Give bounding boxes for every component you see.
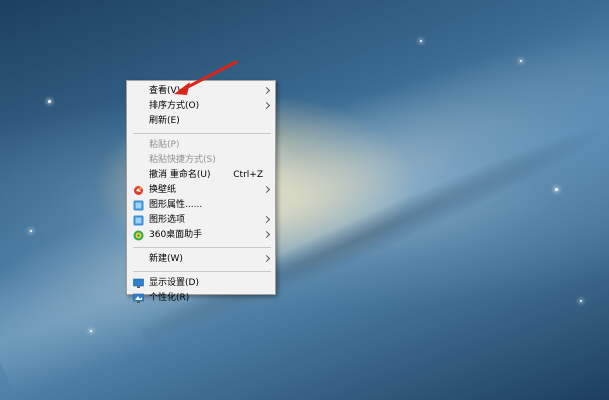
star (48, 100, 51, 103)
menu-separator (133, 247, 271, 248)
graphics-properties-icon (133, 200, 144, 211)
menu-item-change-wallpaper[interactable]: 换壁纸 (127, 183, 275, 198)
star (520, 60, 522, 62)
menu-item-label: 刷新(E) (149, 116, 180, 126)
menu-item-label: 图形选项 (149, 215, 186, 225)
chevron-right-icon (262, 254, 271, 263)
menu-item-label: 个性化(R) (149, 293, 190, 303)
menu-item-refresh[interactable]: 刷新(E) (127, 114, 275, 129)
menu-item-graphics-options[interactable]: 图形选项 (127, 213, 275, 228)
menu-item-paste[interactable]: 粘贴(P) (127, 138, 275, 153)
menu-separator (133, 133, 271, 134)
menu-item-label: 图形属性...... (149, 200, 203, 210)
menu-item-paste-shortcut[interactable]: 粘贴快捷方式(S) (127, 153, 275, 168)
star (580, 300, 582, 302)
menu-item-label: 粘贴快捷方式(S) (149, 155, 216, 165)
menu-item-graphics-properties[interactable]: 图形属性...... (127, 198, 275, 213)
menu-item-personalize[interactable]: 个性化(R) (127, 291, 275, 306)
menu-item-label: 撤消 重命名(U) (149, 170, 211, 180)
menu-item-label: 360桌面助手 (149, 230, 203, 240)
menu-item-label: 排序方式(O) (149, 101, 200, 111)
personalize-icon (133, 293, 144, 303)
menu-item-label: 粘贴(P) (149, 140, 180, 150)
chevron-right-icon (262, 215, 271, 224)
menu-item-undo-rename[interactable]: 撤消 重命名(U) Ctrl+Z (127, 168, 275, 183)
galaxy-band (0, 0, 609, 400)
display-icon (133, 278, 144, 288)
wallpaper-icon (134, 186, 143, 195)
chevron-right-icon (262, 86, 271, 95)
menu-item-display-settings[interactable]: 显示设置(D) (127, 276, 275, 291)
360-icon (133, 230, 144, 241)
menu-item-label: 新建(W) (149, 254, 183, 264)
desktop-context-menu: 查看(V) 排序方式(O) 刷新(E) 粘贴(P) 粘贴快捷方式(S) 撤消 重… (126, 80, 276, 303)
menu-item-label: 换壁纸 (149, 185, 177, 195)
chevron-right-icon (262, 230, 271, 239)
graphics-options-icon (133, 215, 144, 226)
menu-item-360-desktop-assistant[interactable]: 360桌面助手 (127, 228, 275, 243)
chevron-right-icon (262, 185, 271, 194)
star (90, 330, 92, 332)
star (30, 230, 32, 232)
menu-item-sort-by[interactable]: 排序方式(O) (127, 99, 275, 114)
star (555, 188, 558, 191)
menu-item-shortcut: Ctrl+Z (233, 170, 263, 180)
chevron-right-icon (262, 101, 271, 110)
star (420, 40, 422, 42)
menu-separator (133, 271, 271, 272)
menu-item-label: 显示设置(D) (149, 278, 199, 288)
menu-item-new[interactable]: 新建(W) (127, 252, 275, 267)
annotation-arrow (174, 60, 238, 95)
